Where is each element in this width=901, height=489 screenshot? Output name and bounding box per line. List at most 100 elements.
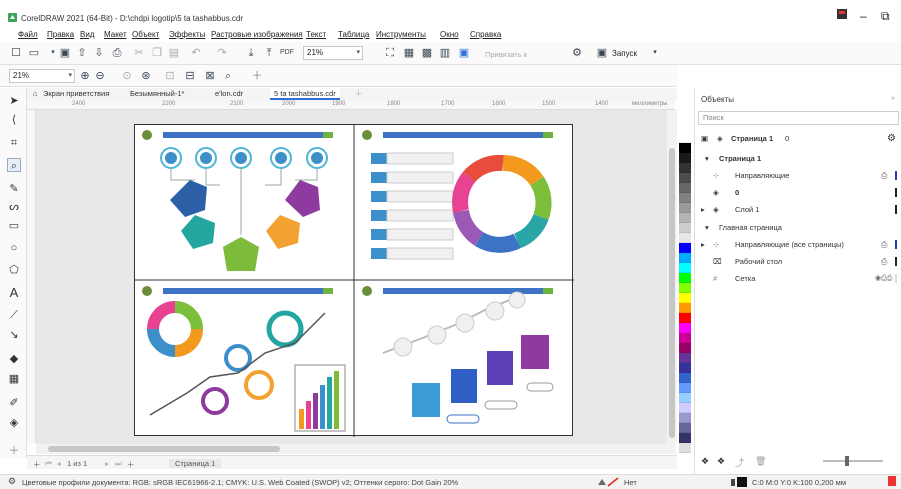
palette-swatch[interactable] [679, 243, 691, 253]
menu-help[interactable]: Справка [470, 30, 501, 39]
restore-button[interactable]: ⧉ [881, 9, 890, 24]
previous-page-icon[interactable]: ◂ [57, 459, 61, 468]
horizontal-ruler[interactable]: 2400 2200 2100 2000 1900 1800 1700 1600 … [27, 100, 675, 110]
objects-search-input[interactable]: Поиск [698, 111, 899, 125]
horizontal-scroll-thumb[interactable] [48, 446, 280, 452]
visibility-lock-print-icons[interactable]: ◉⎙⎙ [875, 270, 892, 287]
zoom-page-width-icon[interactable]: ⊟ [183, 69, 197, 83]
palette-swatch[interactable] [679, 153, 691, 163]
tree-item-guides-all-pages[interactable]: ▸ ⊹ Направляющие (все страницы) ⎙ [695, 236, 901, 253]
menu-window[interactable]: Окно [440, 30, 459, 39]
rectangle-tool-icon[interactable]: ▭ [7, 219, 21, 233]
zoom-in-icon[interactable]: ⊕ [78, 69, 92, 83]
menu-text[interactable]: Текст [306, 30, 326, 39]
palette-swatch[interactable] [679, 313, 691, 323]
add-page-before-icon[interactable]: ＋ [33, 459, 41, 470]
tree-item-desktop[interactable]: ⌧ Рабочий стол ⎙ [695, 253, 901, 270]
current-page-header[interactable]: ▣ ◈ Страница 1 0 ⚙ [695, 130, 901, 147]
artistic-media-icon[interactable]: ᔕ [7, 200, 21, 214]
cloud-download-icon[interactable]: ⇩ [92, 46, 106, 60]
tree-item-layer-1[interactable]: ▸ ◈ Слой 1 [695, 201, 901, 218]
menu-table[interactable]: Таблица [338, 30, 369, 39]
zoom-level-select[interactable]: 21% ▾ [303, 46, 363, 60]
connector-tool-icon[interactable]: ↘ [7, 328, 21, 342]
zoom-all-icon[interactable]: ⊛ [139, 69, 153, 83]
palette-swatch[interactable] [679, 353, 691, 363]
move-to-layer-icon[interactable]: ⤴ [735, 456, 744, 469]
docker-collapse-icon[interactable]: » [891, 95, 895, 102]
tab-elon[interactable]: e'lon.cdr [211, 88, 247, 100]
fill-bucket-icon[interactable] [596, 477, 620, 489]
palette-swatch[interactable] [679, 193, 691, 203]
palette-swatch[interactable] [679, 203, 691, 213]
snap-to-dropdown[interactable]: Привязать к [485, 50, 527, 59]
shape-tool-icon[interactable]: ⟨ [7, 113, 21, 127]
page-tab-1[interactable]: Страница 1 [169, 459, 222, 468]
palette-swatch[interactable] [679, 323, 691, 333]
palette-swatch[interactable] [679, 433, 691, 443]
menu-file[interactable]: Файл [18, 30, 38, 39]
new-document-icon[interactable]: ☐ [9, 46, 23, 60]
expand-chevron-icon[interactable]: ▸ [701, 201, 705, 218]
first-page-icon[interactable]: ⏮ [45, 459, 52, 469]
palette-swatch[interactable] [679, 253, 691, 263]
eyedropper-icon[interactable]: ✐ [7, 396, 21, 410]
account-icon[interactable] [836, 8, 848, 20]
undo-icon[interactable]: ↶ [189, 46, 203, 60]
tree-item-master-page[interactable]: ▾ Главная страница [695, 219, 901, 236]
document-page[interactable] [134, 124, 574, 437]
palette-swatch[interactable] [679, 283, 691, 293]
snap-icon[interactable]: ▣ [457, 46, 471, 60]
launch-icon[interactable]: ▣ [595, 46, 609, 60]
palette-swatch[interactable] [679, 213, 691, 223]
palette-swatch[interactable] [679, 363, 691, 373]
save-icon[interactable]: ▣ [58, 46, 72, 60]
open-folder-icon[interactable]: ▭ [27, 46, 41, 60]
show-grid-icon[interactable]: ▩ [420, 46, 434, 60]
add-icon[interactable]: ＋ [250, 69, 264, 83]
palette-swatch[interactable] [679, 183, 691, 193]
launch-chevron-icon[interactable]: ▾ [648, 46, 662, 60]
zoom-out-icon[interactable]: ⊖ [93, 69, 107, 83]
expand-chevron-icon[interactable]: ▾ [705, 150, 709, 167]
palette-swatch[interactable] [679, 163, 691, 173]
zoom-tool-icon[interactable]: ⌕ [7, 158, 21, 172]
new-master-layer-icon[interactable]: ❖ [717, 456, 725, 467]
crop-tool-icon[interactable]: ⌗ [7, 136, 21, 150]
vertical-ruler[interactable] [27, 110, 36, 443]
palette-swatch[interactable] [679, 413, 691, 423]
menu-view[interactable]: Вид [80, 30, 94, 39]
palette-swatch[interactable] [679, 393, 691, 403]
settings-gear-icon[interactable]: ⚙ [8, 476, 16, 487]
expand-chevron-icon[interactable]: ▸ [701, 236, 705, 253]
palette-swatch[interactable] [679, 293, 691, 303]
palette-swatch[interactable] [679, 343, 691, 353]
vertical-scrollbar[interactable] [667, 110, 677, 444]
new-layer-icon[interactable]: ❖ [701, 456, 709, 467]
text-tool-icon[interactable]: A [7, 286, 21, 300]
last-page-icon[interactable]: ⏭ [115, 459, 122, 469]
show-rulers-icon[interactable]: ▦ [402, 46, 416, 60]
palette-swatch[interactable] [679, 303, 691, 313]
add-page-after-icon[interactable]: ＋ [127, 459, 135, 470]
palette-swatch[interactable] [679, 333, 691, 343]
options-gear-icon[interactable]: ⚙ [570, 46, 584, 60]
tree-item-grid[interactable]: # Сетка ◉⎙⎙ [695, 270, 901, 287]
palette-swatch[interactable] [679, 263, 691, 273]
redo-icon[interactable]: ↷ [215, 46, 229, 60]
zoom-selected-icon[interactable]: ⊙ [120, 69, 134, 83]
print-layer-icon[interactable]: ⎙ [881, 167, 887, 184]
zoom-page-height-icon[interactable]: ⊠ [203, 69, 217, 83]
menu-bitmaps[interactable]: Растровые изображения [211, 30, 303, 39]
interactive-fill-icon[interactable]: ◈ [7, 416, 21, 430]
cut-icon[interactable]: ✂ [132, 46, 146, 60]
palette-swatch[interactable] [679, 423, 691, 433]
add-tool-icon[interactable]: ＋ [7, 444, 21, 458]
print-layer-icon[interactable]: ⎙ [881, 236, 887, 253]
palette-swatch[interactable] [679, 143, 691, 153]
slider-handle[interactable] [845, 456, 849, 466]
show-guides-icon[interactable]: ▥ [438, 46, 452, 60]
menu-object[interactable]: Объект [132, 30, 159, 39]
full-screen-icon[interactable]: ⛶ [383, 46, 397, 60]
tab-welcome[interactable]: Экран приветствия [39, 88, 113, 100]
